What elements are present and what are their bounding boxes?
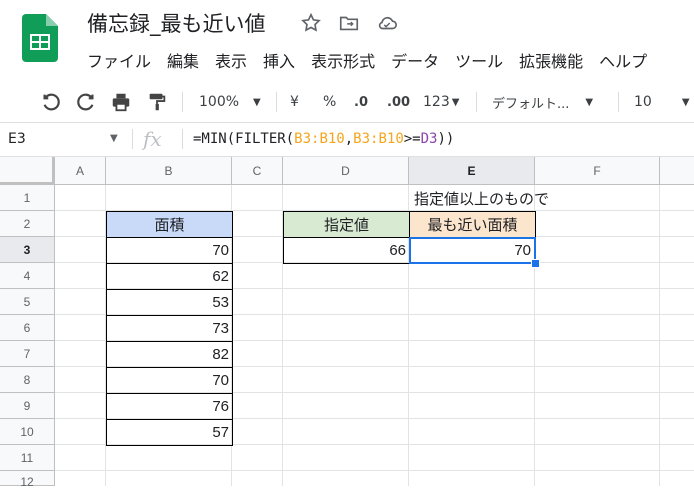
formula-bar: E3 ▼ fx =MIN(FILTER(B3:B10,B3:B10>=D3)) — [0, 122, 694, 157]
menu-view[interactable]: 表示 — [215, 48, 247, 72]
cell-b10[interactable]: 57 — [106, 419, 233, 446]
spreadsheet-grid: A B C D E F 1 2 3 4 5 6 7 8 9 10 11 12 指… — [0, 157, 694, 489]
toolbar-divider — [182, 92, 183, 112]
font-family-value: デフォルト... — [492, 96, 570, 112]
toolbar-divider — [618, 92, 619, 112]
cell-d2-header[interactable]: 指定値 — [283, 211, 410, 238]
percent-button[interactable]: % — [323, 82, 336, 122]
menu-format[interactable]: 表示形式 — [311, 48, 375, 72]
increase-decimal-label: .00 — [387, 94, 411, 110]
formula-text: , — [344, 131, 354, 147]
menu-tools[interactable]: ツール — [455, 48, 503, 72]
column-header-a[interactable]: A — [55, 157, 106, 185]
row-header-5[interactable]: 5 — [0, 289, 55, 315]
increase-decimal-button[interactable]: .00 — [387, 82, 410, 122]
formula-text: >= — [403, 131, 421, 147]
menu-insert[interactable]: 挿入 — [263, 48, 295, 72]
column-header-c[interactable]: C — [232, 157, 283, 185]
toolbar: 100% ▼ ¥ % .0 .00 123 ▼ デフォルト... ▼ 10 ▼ — [0, 82, 694, 123]
chevron-down-icon: ▼ — [585, 96, 594, 108]
formula-input[interactable]: =MIN(FILTER(B3:B10,B3:B10>=D3)) — [193, 122, 454, 156]
row-header-9[interactable]: 9 — [0, 393, 55, 419]
row-header-12[interactable]: 12 — [0, 471, 55, 489]
chevron-down-icon: ▼ — [451, 96, 460, 108]
move-folder-icon[interactable] — [338, 12, 360, 34]
column-header-d[interactable]: D — [283, 157, 409, 185]
font-size-value: 10 — [634, 94, 652, 110]
row-header-2[interactable]: 2 — [0, 211, 55, 237]
toolbar-divider — [476, 92, 477, 112]
cell-b9[interactable]: 76 — [106, 393, 233, 420]
row-header-7[interactable]: 7 — [0, 341, 55, 367]
cloud-status-icon[interactable] — [376, 12, 398, 34]
row-header-3[interactable]: 3 — [0, 237, 55, 263]
row-header-6[interactable]: 6 — [0, 315, 55, 341]
paint-format-icon[interactable] — [146, 91, 168, 113]
fill-handle[interactable] — [531, 259, 540, 268]
formula-range-ref: B3:B10 — [353, 131, 404, 147]
decrease-decimal-button[interactable]: .0 — [354, 82, 368, 122]
sheets-logo-icon[interactable] — [22, 14, 58, 62]
chevron-down-icon: ▼ — [681, 96, 690, 108]
cell-b3[interactable]: 70 — [106, 237, 233, 264]
chevron-down-icon[interactable]: ▼ — [110, 122, 118, 156]
cell-b4[interactable]: 62 — [106, 263, 233, 290]
column-header-e[interactable]: E — [409, 157, 535, 185]
more-formats-select[interactable]: 123 ▼ — [423, 82, 459, 122]
formula-divider — [182, 129, 183, 149]
fx-icon: fx — [143, 127, 162, 151]
row-header-10[interactable]: 10 — [0, 419, 55, 445]
cell-e3-selected[interactable]: 70 — [409, 237, 536, 264]
menu-file[interactable]: ファイル — [87, 48, 151, 72]
formula-text: =MIN(FILTER( — [193, 131, 295, 147]
menu-data[interactable]: データ — [391, 48, 439, 72]
formula-range-ref: B3:B10 — [294, 131, 345, 147]
cell-b2-header[interactable]: 面積 — [106, 211, 233, 238]
more-formats-label: 123 — [423, 94, 450, 110]
column-header-f[interactable]: F — [535, 157, 660, 185]
cell-b5[interactable]: 53 — [106, 289, 233, 316]
undo-icon[interactable] — [40, 91, 62, 113]
cell-e2-header[interactable]: 最も近い面積 — [409, 211, 536, 238]
decrease-decimal-label: .0 — [354, 94, 368, 110]
name-box[interactable]: E3 — [8, 122, 26, 156]
column-header-b[interactable]: B — [106, 157, 232, 185]
star-icon[interactable] — [300, 12, 322, 34]
font-size-select[interactable]: 10 ▼ — [634, 82, 690, 122]
cell-d3[interactable]: 66 — [283, 237, 410, 264]
currency-button[interactable]: ¥ — [290, 82, 299, 122]
column-header-g[interactable] — [660, 157, 694, 185]
toolbar-divider — [276, 92, 277, 112]
document-title[interactable]: 備忘録_最も近い値 — [87, 8, 266, 38]
cell-b7[interactable]: 82 — [106, 341, 233, 368]
menu-edit[interactable]: 編集 — [167, 48, 199, 72]
formula-cell-ref: D3 — [420, 131, 438, 147]
redo-icon[interactable] — [75, 91, 97, 113]
menu-bar: ファイル 編集 表示 挿入 表示形式 データ ツール 拡張機能 ヘルプ — [87, 48, 663, 72]
zoom-select[interactable]: 100% ▼ — [199, 82, 261, 122]
font-family-select[interactable]: デフォルト... ▼ — [492, 82, 593, 122]
row-header-1[interactable]: 1 — [0, 185, 55, 211]
zoom-value: 100% — [199, 94, 240, 110]
cell-b6[interactable]: 73 — [106, 315, 233, 342]
menu-extensions[interactable]: 拡張機能 — [519, 48, 583, 72]
formula-divider — [132, 129, 133, 149]
menu-help[interactable]: ヘルプ — [599, 48, 647, 72]
cell-e1[interactable]: 指定値以上のもので — [409, 185, 569, 211]
row-header-8[interactable]: 8 — [0, 367, 55, 393]
row-header-4[interactable]: 4 — [0, 263, 55, 289]
select-all-corner[interactable] — [0, 157, 55, 185]
print-icon[interactable] — [110, 91, 132, 113]
cell-b8[interactable]: 70 — [106, 367, 233, 394]
chevron-down-icon: ▼ — [253, 96, 261, 108]
row-header-11[interactable]: 11 — [0, 445, 55, 471]
formula-text: )) — [437, 131, 455, 147]
